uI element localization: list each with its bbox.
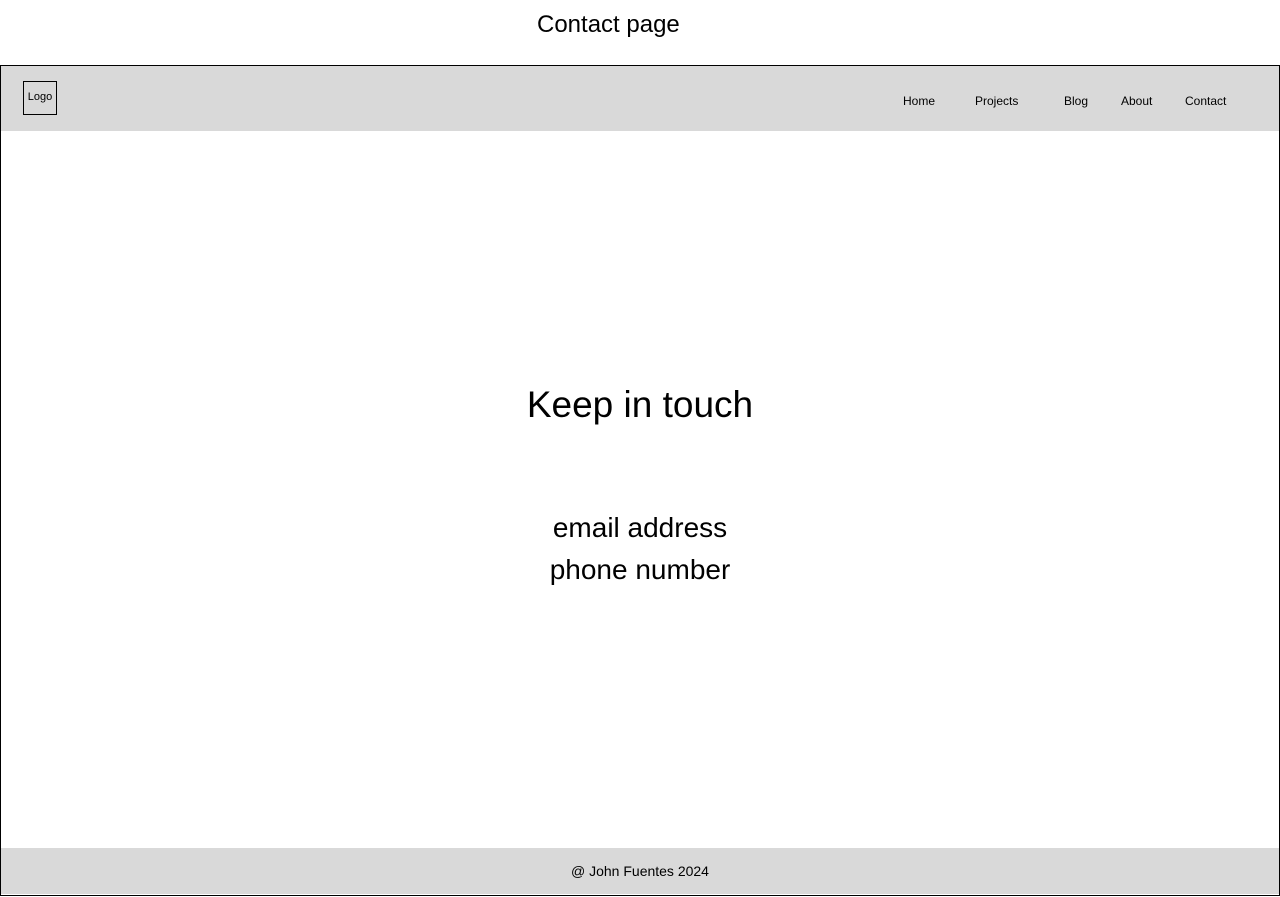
page-heading: Keep in touch — [526, 384, 754, 425]
footer: @ John Fuentes 2024 — [1, 848, 1279, 894]
page-frame: Logo Home Projects Blog About Contact Ke… — [0, 65, 1280, 896]
copyright-text: @ John Fuentes 2024 — [571, 863, 709, 879]
navbar: Logo Home Projects Blog About Contact — [1, 66, 1279, 131]
nav-link-home[interactable]: Home — [903, 93, 935, 109]
nav-link-blog[interactable]: Blog — [1064, 93, 1088, 109]
phone-number: phone number — [549, 554, 731, 585]
nav-link-about[interactable]: About — [1121, 93, 1152, 109]
page-label: Contact page — [537, 11, 680, 38]
nav-link-contact[interactable]: Contact — [1185, 93, 1226, 109]
nav-link-projects[interactable]: Projects — [975, 93, 1018, 109]
email-address: email address — [552, 512, 728, 543]
logo[interactable]: Logo — [23, 81, 57, 115]
